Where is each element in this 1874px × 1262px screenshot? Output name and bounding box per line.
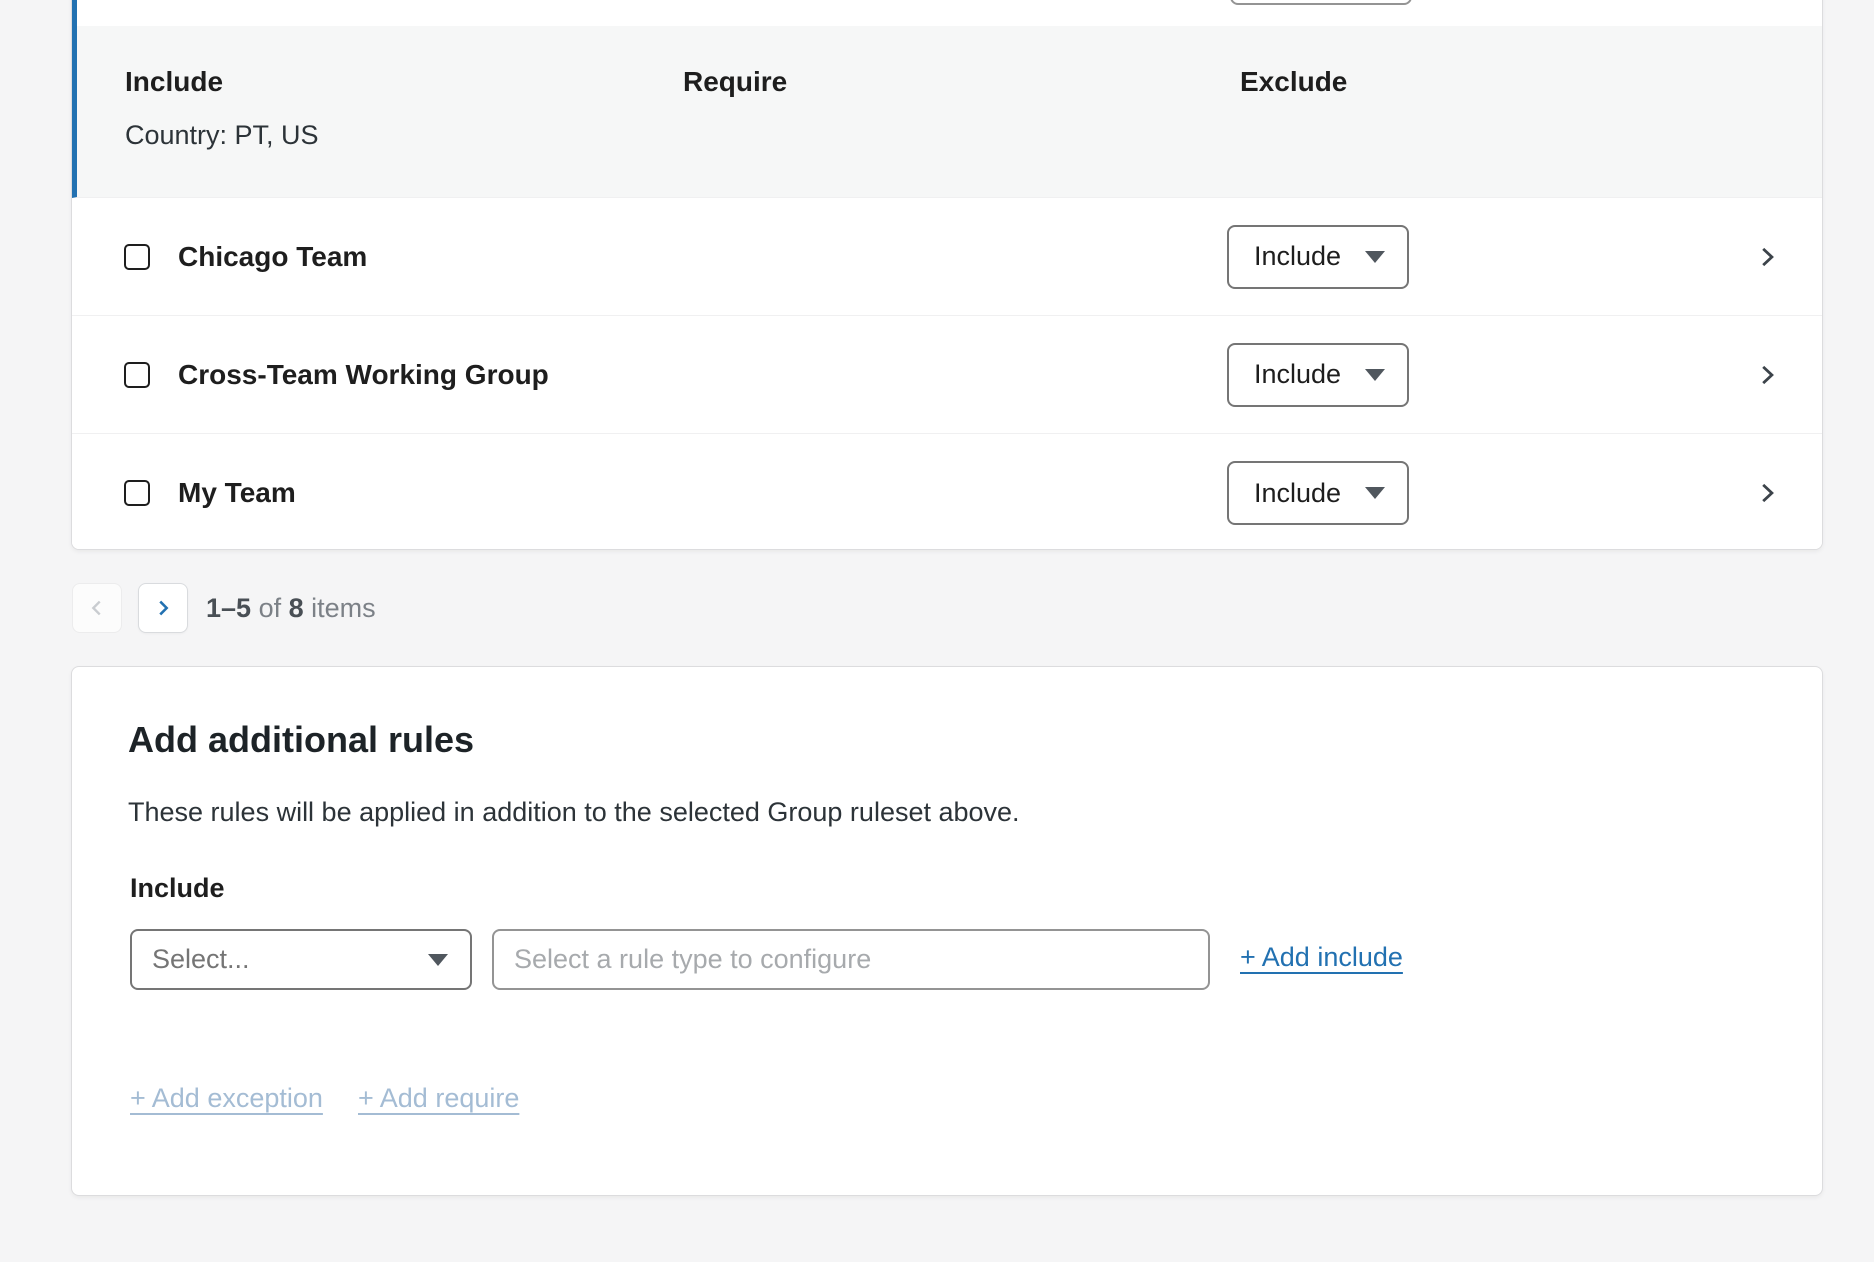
teams-list-card: Include Require Exclude Country: PT, US … [71,0,1823,550]
pagination-range: 1–5 [206,593,251,623]
table-row: Chicago Team Include [72,198,1822,316]
previous-page-button[interactable] [72,583,122,633]
row-action-value: Include [1254,359,1341,390]
add-additional-rules-card: Add additional rules These rules will be… [71,666,1823,1196]
selected-group-ruleset-row: Include Require Exclude Country: PT, US [72,0,1822,198]
chevron-down-icon [1365,487,1385,499]
chevron-right-icon [152,595,174,621]
pagination-status: 1–5 of 8 items [206,593,376,624]
pagination-total: 8 [289,593,304,623]
chevron-right-icon [1754,360,1780,390]
column-header-require: Require [683,66,787,98]
ruleset-preview-panel: Include Require Exclude Country: PT, US [77,26,1822,197]
row-checkbox[interactable] [124,244,150,270]
row-action-select[interactable]: Include [1227,225,1409,289]
card-title: Add additional rules [128,719,474,761]
rule-config-input[interactable] [492,929,1210,990]
chevron-right-icon [1754,478,1780,508]
open-row-button[interactable] [1750,358,1784,392]
open-row-button[interactable] [1750,476,1784,510]
row-action-select[interactable]: Include [1227,461,1409,525]
open-row-button[interactable] [1750,240,1784,274]
next-page-button[interactable] [138,583,188,633]
page: Include Require Exclude Country: PT, US … [0,0,1874,1262]
rule-type-select-value: Select... [152,944,250,975]
table-row: My Team Include [72,434,1822,550]
row-action-value: Include [1254,241,1341,272]
rule-type-select[interactable]: Select... [130,929,472,990]
column-header-exclude: Exclude [1240,66,1347,98]
chevron-down-icon [1365,369,1385,381]
row-checkbox[interactable] [124,362,150,388]
team-name: My Team [178,477,296,509]
chevron-down-icon [428,954,448,966]
row-action-select[interactable]: Include [1227,343,1409,407]
card-description: These rules will be applied in addition … [128,797,1020,828]
chevron-down-icon [1365,251,1385,263]
include-section-label: Include [130,873,225,904]
row-checkbox[interactable] [124,480,150,506]
table-row: Cross-Team Working Group Include [72,316,1822,434]
add-include-link[interactable]: + Add include [1240,942,1403,973]
team-name: Chicago Team [178,241,367,273]
pagination: 1–5 of 8 items [72,583,376,633]
column-header-include: Include [125,66,223,98]
include-rule-value: Country: PT, US [125,120,319,151]
row-action-value: Include [1254,478,1341,509]
chevron-right-icon [1754,242,1780,272]
team-name: Cross-Team Working Group [178,359,549,391]
truncated-row-select [1230,0,1412,5]
add-require-link[interactable]: + Add require [358,1083,519,1114]
add-exception-link[interactable]: + Add exception [130,1083,323,1114]
chevron-left-icon [86,595,108,621]
